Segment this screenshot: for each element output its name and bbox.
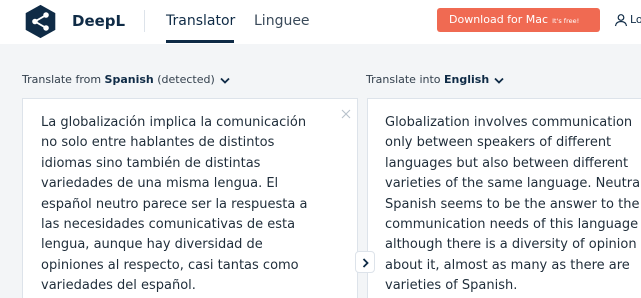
source-textarea[interactable]: La globalización implica la comunicación… <box>41 113 341 297</box>
close-icon[interactable] <box>341 109 351 119</box>
source-lang-detected: (detected) <box>153 73 215 86</box>
source-language: Spanish <box>104 73 154 86</box>
source-lang-prefix: Translate from <box>22 73 105 86</box>
deepl-logo[interactable] <box>22 3 59 40</box>
free-badge: It's free! <box>552 17 580 25</box>
nav-divider <box>144 10 145 32</box>
source-language-selector[interactable]: Translate from Spanish (detected) <box>22 73 230 86</box>
user-icon[interactable] <box>614 13 628 27</box>
chevron-down-icon <box>494 77 504 84</box>
source-text-panel[interactable]: La globalización implica la comunicación… <box>22 98 358 298</box>
target-lang-prefix: Translate into <box>366 73 445 86</box>
chevron-down-icon <box>220 77 230 84</box>
translation-output: Globalization involves communication onl… <box>385 115 641 294</box>
target-language-selector[interactable]: Translate into English <box>366 73 504 86</box>
download-for-mac-button[interactable]: Download for Mac It's free! <box>437 8 600 32</box>
login-link[interactable]: Lo <box>630 13 641 26</box>
target-language: English <box>444 73 490 86</box>
target-text-panel: Globalization involves communication onl… <box>367 98 641 298</box>
download-label: Download for Mac <box>449 13 549 26</box>
swap-languages-button[interactable] <box>355 251 375 273</box>
tab-linguee[interactable]: Linguee <box>254 13 310 29</box>
top-bar: DeepL Translator Linguee Download for Ma… <box>0 0 641 44</box>
chevron-right-icon <box>362 258 369 268</box>
brand-name[interactable]: DeepL <box>72 12 125 30</box>
active-tab-indicator <box>166 40 234 43</box>
tab-translator[interactable]: Translator <box>166 13 235 29</box>
